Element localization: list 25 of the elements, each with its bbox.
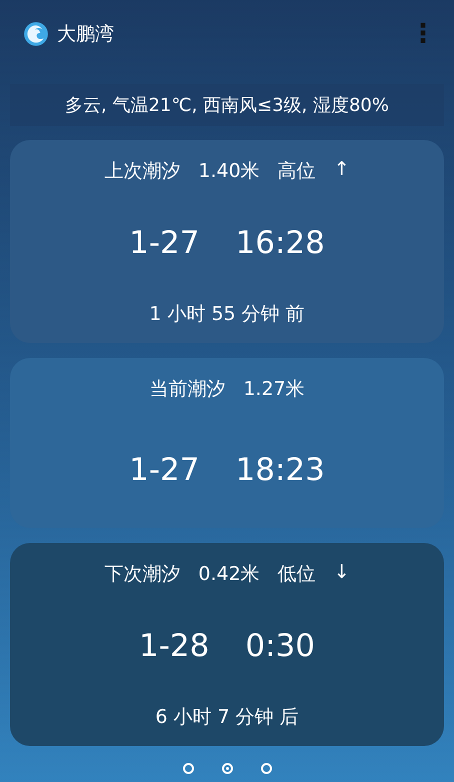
tide-label: 上次潮汐	[104, 159, 180, 184]
tide-time: 16:28	[236, 224, 325, 260]
tide-date: 1-27	[129, 452, 200, 488]
weather-summary: 多云, 气温21℃, 西南风≤3级, 湿度80%	[10, 84, 444, 126]
relative-time: 6 小时 7 分钟 后	[155, 705, 299, 730]
logo-icon	[23, 21, 49, 47]
tide-type: 高位	[278, 159, 316, 184]
relative-time: 1 小时 55 分钟 前	[149, 302, 305, 327]
tide-arrow: ↓	[334, 561, 350, 585]
page-indicator[interactable]	[182, 763, 194, 774]
tide-height: 1.40米	[198, 159, 260, 184]
tide-time: 18:23	[236, 452, 325, 488]
page-indicator[interactable]	[222, 763, 232, 774]
tide-label: 当前潮汐	[149, 377, 226, 402]
tide-time: 0:30	[245, 628, 315, 664]
page-indicator[interactable]	[260, 763, 272, 774]
tide-height: 1.27米	[243, 377, 305, 402]
tide-type: 低位	[278, 562, 316, 587]
tide-arrow: ↑	[334, 158, 350, 182]
tide-height: 0.42米	[198, 562, 260, 587]
tide-date: 1-27	[129, 224, 200, 260]
app-title: 大鹏湾	[57, 22, 115, 47]
tide-date: 1-28	[139, 628, 210, 664]
tide-label: 下次潮汐	[104, 562, 180, 587]
menu-button[interactable]: ⋮	[406, 19, 440, 49]
